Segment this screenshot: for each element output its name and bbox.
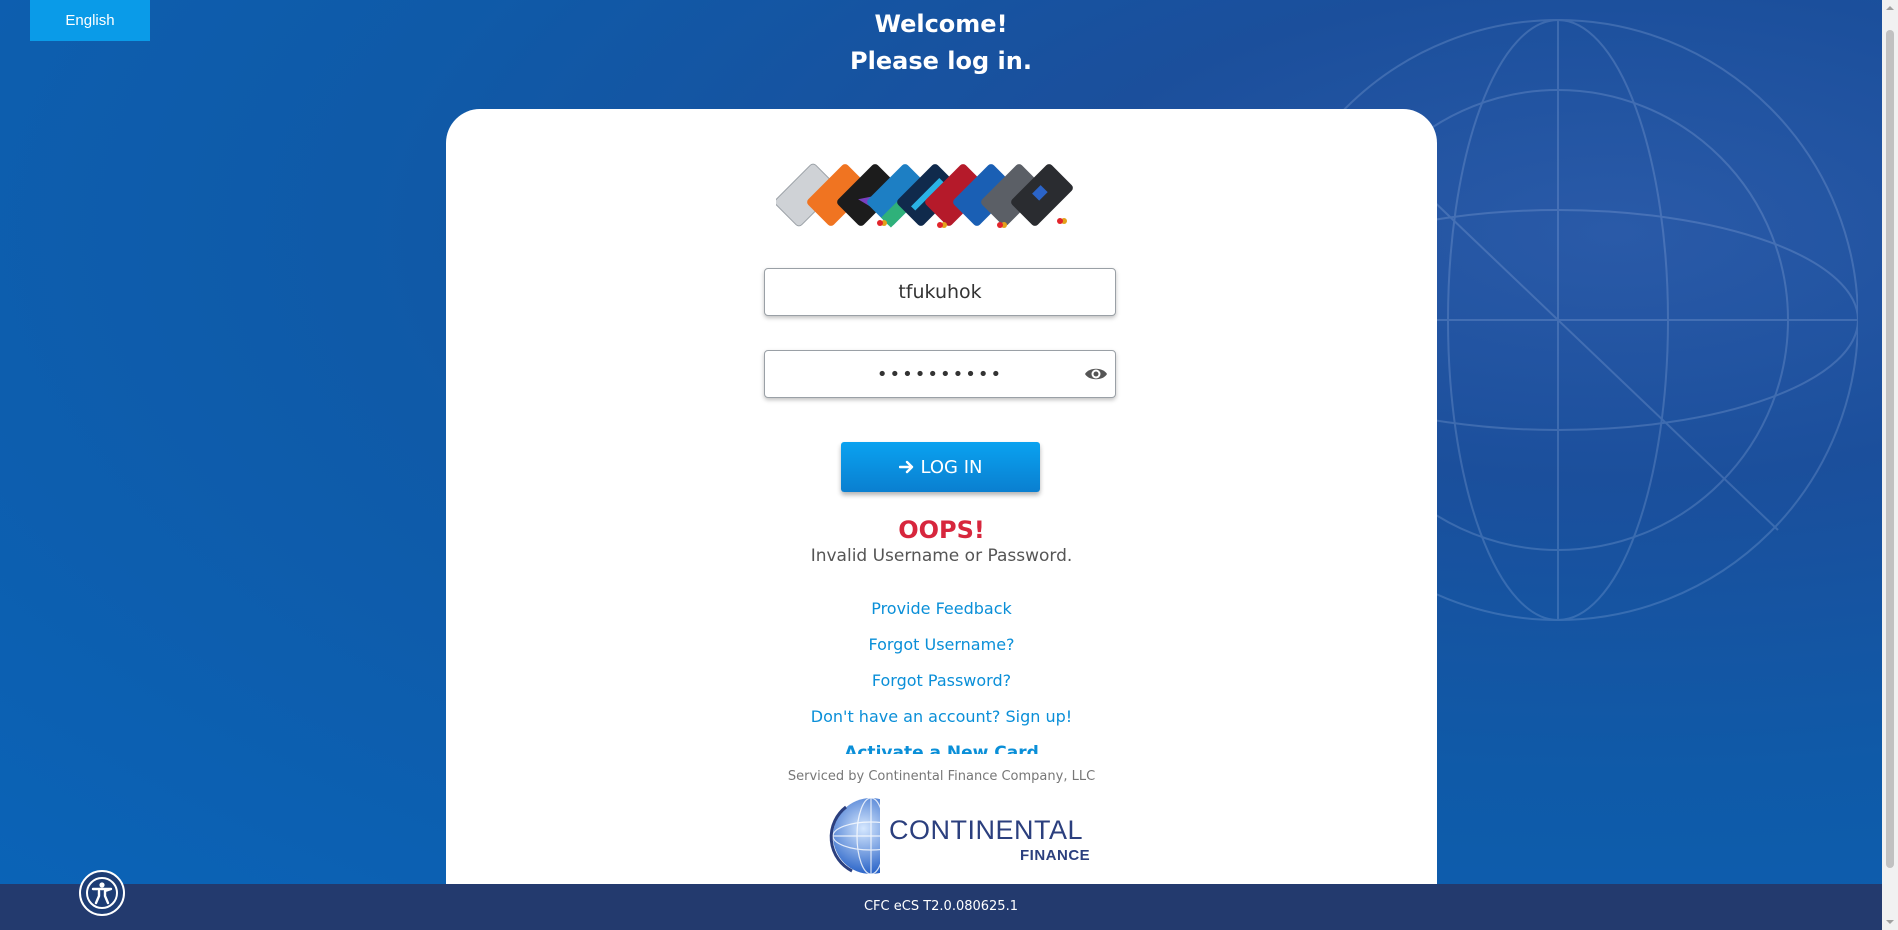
- serviced-by-text: Serviced by Continental Finance Company,…: [787, 769, 1096, 784]
- login-button-label: LOG IN: [920, 456, 983, 478]
- scroll-down-arrow-icon[interactable]: [1885, 917, 1895, 927]
- footer-version: CFC eCS T2.0.080625.1: [0, 884, 1882, 930]
- logo-subname: FINANCE: [1020, 847, 1091, 864]
- error-title: OOPS!: [898, 516, 985, 544]
- eye-icon[interactable]: [1084, 366, 1108, 382]
- accessibility-button[interactable]: [79, 870, 125, 916]
- welcome-title: Welcome!: [874, 10, 1008, 38]
- scroll-up-arrow-icon[interactable]: [1885, 3, 1895, 13]
- logo-name: CONTINENTAL: [889, 815, 1084, 845]
- credit-cards-image: [776, 163, 1073, 228]
- error-message: Invalid Username or Password.: [810, 546, 1073, 566]
- accessibility-icon: [86, 877, 118, 909]
- welcome-subtitle: Please log in.: [850, 47, 1032, 75]
- activate-card-clip: Activate a New Card: [446, 743, 1437, 754]
- scrollbar-thumb[interactable]: [1886, 30, 1894, 868]
- login-button[interactable]: LOG IN: [841, 442, 1040, 492]
- password-input[interactable]: [764, 350, 1116, 398]
- forgot-username-link[interactable]: Forgot Username?: [446, 635, 1437, 654]
- username-input[interactable]: [764, 268, 1116, 316]
- arrow-right-icon: [898, 460, 913, 474]
- login-card: LOG IN OOPS! Invalid Username or Passwor…: [446, 109, 1437, 884]
- forgot-password-link[interactable]: Forgot Password?: [446, 671, 1437, 690]
- continental-finance-logo: CONTINENTAL FINANCE: [826, 791, 1090, 881]
- provide-feedback-link[interactable]: Provide Feedback: [446, 599, 1437, 618]
- activate-card-link[interactable]: Activate a New Card: [446, 743, 1437, 754]
- signup-link[interactable]: Don't have an account? Sign up!: [446, 707, 1437, 726]
- page-scrollbar[interactable]: [1882, 0, 1898, 930]
